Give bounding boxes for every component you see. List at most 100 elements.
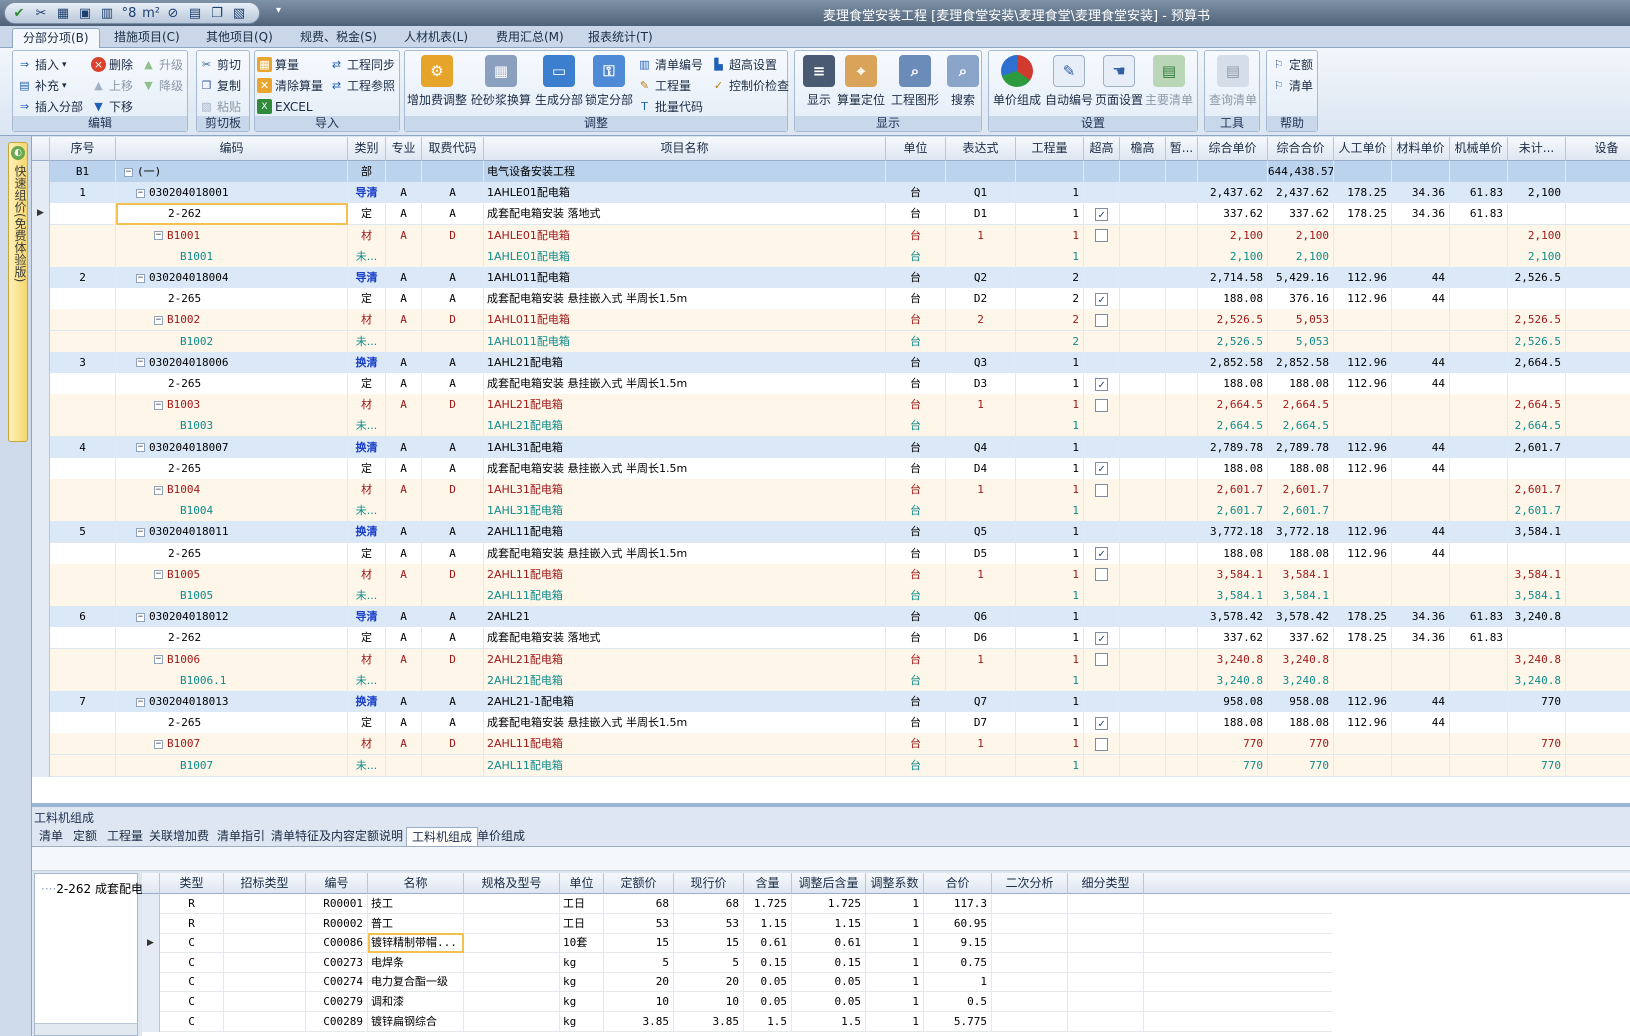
row-selector[interactable] [142, 1011, 160, 1032]
major-cell[interactable]: A [386, 712, 422, 735]
labor-price-cell[interactable]: 112.96 [1334, 351, 1392, 374]
current-price-cell[interactable]: 3.85 [674, 1011, 744, 1032]
table-row[interactable]: 2-265 定 A A 成套配电箱安装 悬挂嵌入式 半周长1.5m 台 D7 1 ✓ 188.08… [32, 712, 1630, 735]
seq-cell[interactable]: 6 [50, 606, 116, 629]
over-height-cell[interactable]: ✓ [1084, 712, 1120, 735]
tree-toggle-icon[interactable]: − [154, 570, 163, 580]
material-column-header[interactable]: 类型 [160, 873, 224, 894]
unit-price-cell[interactable]: 3,772.18 [1198, 521, 1268, 544]
spec-cell[interactable] [464, 992, 560, 1012]
insert-button[interactable]: ⇒ 插入 ▾ [17, 55, 67, 74]
uncounted-cell[interactable] [1508, 373, 1566, 395]
material-price-cell[interactable] [1392, 309, 1450, 332]
sum-cell[interactable]: 0.75 [924, 952, 992, 973]
labor-price-cell[interactable] [1334, 161, 1392, 183]
tab-6[interactable]: 费用汇总(M) [486, 28, 574, 48]
bid-type-cell[interactable] [224, 952, 306, 973]
tab-1[interactable]: 分部分项(B) [12, 28, 100, 48]
code-cell[interactable]: −030204018011 [116, 521, 348, 544]
material-price-cell[interactable]: 44 [1392, 373, 1450, 395]
material-price-cell[interactable] [1392, 585, 1450, 607]
material-column-header[interactable]: 细分类型 [1068, 873, 1144, 894]
over-height-cell[interactable] [1084, 521, 1120, 544]
eave-cell[interactable] [1120, 224, 1166, 247]
quantity-cell[interactable]: 1 [1016, 627, 1084, 650]
eave-cell[interactable] [1120, 479, 1166, 501]
eave-cell[interactable] [1120, 267, 1166, 289]
uncounted-cell[interactable]: 3,240.8 [1508, 669, 1566, 692]
unit-cell[interactable]: 台 [886, 309, 946, 332]
total-price-cell[interactable]: 2,100 [1268, 224, 1334, 247]
content-cell[interactable]: 1.5 [744, 1011, 792, 1032]
temp-cell[interactable] [1166, 161, 1198, 183]
uncounted-cell[interactable]: 770 [1508, 691, 1566, 713]
equipment-cell[interactable] [1566, 394, 1630, 416]
table-row[interactable]: B1003 未... 1AHL21配电箱台 1 2,664.5 2,664.5 2,664.… [32, 415, 1630, 438]
seq-cell[interactable] [50, 754, 116, 777]
material-price-cell[interactable]: 34.36 [1392, 203, 1450, 226]
material-column-header[interactable]: 定额价 [604, 873, 674, 894]
row-selector[interactable] [32, 309, 50, 332]
type-cell[interactable]: C [160, 933, 224, 954]
uncounted-cell[interactable]: 2,100 [1508, 224, 1566, 247]
machine-price-cell[interactable] [1450, 479, 1508, 501]
table-row[interactable]: − B1003 材 A D 1AHL21配电箱台 1 1 2,664.5 2,664.5 2,664… [32, 394, 1630, 417]
price-check-button[interactable]: ✓ 控制价检查 [711, 76, 789, 95]
temp-cell[interactable] [1166, 691, 1198, 713]
code-cell[interactable]: 2-265 [116, 712, 348, 735]
material-name-cell[interactable]: 普工 [368, 913, 464, 934]
row-selector[interactable] [32, 457, 50, 480]
temp-cell[interactable] [1166, 309, 1198, 332]
equipment-cell[interactable] [1566, 627, 1630, 649]
temp-cell[interactable] [1166, 224, 1198, 247]
unit-icon[interactable]: m² [141, 4, 161, 22]
row-selector[interactable] [32, 351, 50, 374]
expression-cell[interactable] [946, 500, 1016, 523]
clear-calc-button[interactable]: ✕ 清除算量 [257, 76, 323, 95]
material-price-cell[interactable] [1392, 669, 1450, 692]
total-price-cell[interactable]: 2,437.62 [1268, 182, 1334, 205]
expression-cell[interactable]: 1 [946, 479, 1016, 501]
major-cell[interactable] [386, 669, 422, 692]
secondary-analysis-cell[interactable] [992, 952, 1068, 973]
secondary-analysis-cell[interactable] [992, 913, 1068, 934]
temp-cell[interactable] [1166, 267, 1198, 289]
total-price-cell[interactable]: 188.08 [1268, 457, 1334, 480]
material-price-cell[interactable]: 34.36 [1392, 627, 1450, 650]
category-cell[interactable]: 材 [348, 309, 386, 332]
up-level-button[interactable]: ▲ 升级 [141, 55, 183, 74]
major-cell[interactable]: A [386, 288, 422, 311]
secondary-analysis-cell[interactable] [992, 992, 1068, 1012]
labor-price-cell[interactable]: 178.25 [1334, 627, 1392, 650]
material-price-cell[interactable]: 44 [1392, 351, 1450, 374]
uncounted-cell[interactable] [1508, 288, 1566, 311]
material-name-cell[interactable]: 技工 [368, 894, 464, 914]
fee-code-cell[interactable]: D [422, 309, 484, 332]
seq-cell[interactable] [50, 627, 116, 650]
over-height-cell[interactable] [1084, 500, 1120, 523]
equipment-cell[interactable] [1566, 373, 1630, 395]
sub-type-cell[interactable] [1068, 1011, 1144, 1032]
eave-cell[interactable] [1120, 373, 1166, 395]
page-set-button[interactable]: ☚ 页面设置 [1095, 55, 1143, 115]
item-name-cell[interactable]: 2AHL11配电箱 [484, 521, 886, 544]
category-cell[interactable]: 定 [348, 373, 386, 395]
major-cell[interactable]: A [386, 224, 422, 247]
over-height-checkbox[interactable]: ✓ [1095, 716, 1108, 730]
unit-price-cell[interactable]: 2,526.5 [1198, 330, 1268, 353]
quantity-cell[interactable]: 1 [1016, 245, 1084, 268]
eave-cell[interactable] [1120, 585, 1166, 607]
temp-cell[interactable] [1166, 712, 1198, 735]
material-row[interactable]: C C00289 镀锌扁钢综合 kg 3.85 3.85 1.5 1.5 1 5.775 [142, 1011, 1332, 1032]
equipment-cell[interactable] [1566, 479, 1630, 501]
category-cell[interactable]: 换清 [348, 521, 386, 544]
major-cell[interactable] [386, 754, 422, 777]
item-name-cell[interactable]: 1AHL21配电箱 [484, 415, 886, 438]
item-name-cell[interactable]: 1AHL31配电箱 [484, 436, 886, 459]
table-row[interactable]: B1002 未... 1AHL011配电箱台 2 2,526.5 5,053 2,526.5 [32, 330, 1630, 353]
fee-code-cell[interactable]: A [422, 351, 484, 374]
batch-code-button[interactable]: T 批量代码 [637, 97, 703, 116]
unit-cell[interactable]: 台 [886, 627, 946, 650]
expression-cell[interactable] [946, 585, 1016, 607]
major-cell[interactable]: A [386, 479, 422, 501]
